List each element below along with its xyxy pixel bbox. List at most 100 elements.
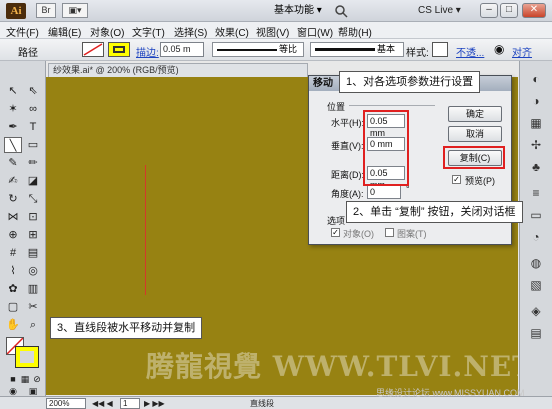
angle-label: 角度(A): xyxy=(331,189,364,199)
mesh-tool-icon[interactable]: # xyxy=(4,245,22,261)
maximize-button[interactable]: □ xyxy=(500,3,518,18)
patterns-checkbox[interactable] xyxy=(385,228,394,237)
rectangle-tool-icon[interactable]: ▭ xyxy=(24,137,42,153)
perspective-grid-tool-icon[interactable]: ⊞ xyxy=(24,227,42,243)
cancel-button[interactable]: 取消 xyxy=(448,126,502,142)
scale-tool-icon[interactable]: ⤡ xyxy=(24,191,42,207)
callout-step2: 2、单击 “复制” 按钮，关闭对话框 xyxy=(346,201,523,223)
free-transform-tool-icon[interactable]: ⊡ xyxy=(24,209,42,225)
title-bar: Ai Br ▣▾ 基本功能 ▾ CS Live ▾ – □ ✕ xyxy=(0,0,552,22)
menu-edit[interactable]: 编辑(E) xyxy=(48,24,81,39)
type-tool-icon[interactable]: T xyxy=(24,119,42,135)
brushes-panel-icon[interactable]: ✢ xyxy=(528,137,544,153)
artboards-panel-icon[interactable]: ▤ xyxy=(528,325,544,341)
layers-panel-icon[interactable]: ◈ xyxy=(528,303,544,319)
artboard-number-input[interactable]: 1 xyxy=(120,398,140,409)
position-group-label: 位置 xyxy=(327,102,346,112)
symbols-panel-icon[interactable]: ♣ xyxy=(528,159,544,175)
menu-effect[interactable]: 效果(C) xyxy=(215,24,249,39)
menu-select[interactable]: 选择(S) xyxy=(174,24,207,39)
corner-watermark: 思缘设计论坛 www.MISSYUAN.COM xyxy=(376,388,525,398)
stroke-swatch[interactable] xyxy=(108,42,130,57)
copy-highlight xyxy=(443,146,505,169)
ok-button[interactable]: 确定 xyxy=(448,106,502,122)
color-guide-icon[interactable]: ◑ xyxy=(528,93,544,109)
selection-type-label: 路径 xyxy=(18,48,38,59)
stroke-weight-input[interactable]: 0.05 m xyxy=(160,42,204,57)
site-watermark: 腾龍視覺 WWW.TLVI.NET xyxy=(146,350,518,383)
search-icon[interactable] xyxy=(334,4,348,18)
minimize-button[interactable]: – xyxy=(480,3,498,18)
profile-label: 等比 xyxy=(279,44,298,54)
color-panel-icon[interactable]: ◐ xyxy=(528,71,544,87)
vertical-label: 垂直(V): xyxy=(331,141,364,151)
recolor-icon[interactable]: ◉ xyxy=(494,42,504,56)
tools-panel: ↖ ⇖ ✶ ∞ ✒ T ╲ ▭ ✎ ✏ ✍ ◪ ↻ ⤡ ⋈ ⊡ ⊕ ⊞ # ▤ … xyxy=(0,61,46,396)
bridge-button[interactable]: Br xyxy=(36,3,56,18)
artboard-tool-icon[interactable]: ▢ xyxy=(4,299,22,315)
menu-view[interactable]: 视图(V) xyxy=(256,24,289,39)
selection-tool-icon[interactable]: ↖ xyxy=(4,83,22,99)
opacity-label[interactable]: 不透... xyxy=(456,44,484,59)
menu-type[interactable]: 文字(T) xyxy=(132,24,165,39)
next-artboard-icon[interactable]: ▶ ▶▶ xyxy=(144,398,165,409)
stroke-color-box[interactable] xyxy=(15,346,39,368)
document-tab[interactable]: 纱效果.ai* @ 200% (RGB/预览) xyxy=(48,63,308,77)
pencil-tool-icon[interactable]: ✏ xyxy=(24,155,42,171)
stroke-panel-icon[interactable]: ≡ xyxy=(528,185,544,201)
rotate-tool-icon[interactable]: ↻ xyxy=(4,191,22,207)
close-button[interactable]: ✕ xyxy=(522,3,546,18)
eraser-tool-icon[interactable]: ◪ xyxy=(24,173,42,189)
eyedropper-tool-icon[interactable]: ⌇ xyxy=(4,263,22,279)
menu-file[interactable]: 文件(F) xyxy=(6,24,39,39)
column-graph-tool-icon[interactable]: ▥ xyxy=(24,281,42,297)
blob-brush-tool-icon[interactable]: ✍ xyxy=(4,173,22,189)
distance-label: 距离(D): xyxy=(331,170,364,180)
align-label[interactable]: 对齐 xyxy=(512,44,532,59)
stroke-label[interactable]: 描边: xyxy=(136,44,159,59)
cs-live-button[interactable]: CS Live ▾ xyxy=(418,3,461,19)
control-bar: 路径 描边: 0.05 m 等比 基本 样式: 不透... ◉ 对齐 xyxy=(0,39,552,61)
appearance-panel-icon[interactable]: ◍ xyxy=(528,255,544,271)
transparency-panel-icon[interactable]: ◔ xyxy=(528,229,544,245)
arrange-documents-button[interactable]: ▣▾ xyxy=(62,3,88,18)
angle-input[interactable]: 0 xyxy=(367,185,401,199)
fill-swatch[interactable] xyxy=(82,42,104,57)
objects-checkbox[interactable]: ✓ xyxy=(331,228,340,237)
pen-tool-icon[interactable]: ✒ xyxy=(4,119,22,135)
hand-tool-icon[interactable]: ✋ xyxy=(4,317,22,333)
zoom-select[interactable]: 200% xyxy=(46,398,86,409)
horizontal-label: 水平(H): xyxy=(331,118,364,128)
blend-tool-icon[interactable]: ◎ xyxy=(24,263,42,279)
line-segment-tool-icon[interactable]: ╲ xyxy=(4,137,22,153)
first-artboard-icon[interactable]: ◀◀ ◀ xyxy=(92,398,113,409)
preview-label: 预览(P) xyxy=(465,176,495,186)
inputs-highlight xyxy=(363,110,409,186)
symbol-sprayer-tool-icon[interactable]: ✿ xyxy=(4,281,22,297)
gradient-panel-icon[interactable]: ▭ xyxy=(528,207,544,223)
panel-dock: ◐ ◑ ▦ ✢ ♣ ≡ ▭ ◔ ◍ ▧ ◈ ▤ xyxy=(519,61,552,396)
graphic-styles-panel-icon[interactable]: ▧ xyxy=(528,277,544,293)
variable-width-profile[interactable]: 等比 xyxy=(212,42,304,57)
paintbrush-tool-icon[interactable]: ✎ xyxy=(4,155,22,171)
line-segment[interactable] xyxy=(145,165,146,295)
shape-builder-tool-icon[interactable]: ⊕ xyxy=(4,227,22,243)
objects-option-label: 对象(O) xyxy=(343,229,374,239)
style-label: 样式: xyxy=(406,48,429,59)
lasso-tool-icon[interactable]: ∞ xyxy=(24,101,42,117)
gradient-tool-icon[interactable]: ▤ xyxy=(24,245,42,261)
menu-help[interactable]: 帮助(H) xyxy=(338,24,372,39)
magic-wand-tool-icon[interactable]: ✶ xyxy=(4,101,22,117)
preview-checkbox[interactable]: ✓ xyxy=(452,175,461,184)
patterns-option-label: 图案(T) xyxy=(397,229,427,239)
swatches-panel-icon[interactable]: ▦ xyxy=(528,115,544,131)
zoom-tool-icon[interactable]: ⌕ xyxy=(24,317,42,333)
brush-definition[interactable]: 基本 xyxy=(310,42,404,57)
menu-object[interactable]: 对象(O) xyxy=(90,24,124,39)
width-tool-icon[interactable]: ⋈ xyxy=(4,209,22,225)
direct-selection-tool-icon[interactable]: ⇖ xyxy=(24,83,42,99)
workspace-switcher[interactable]: 基本功能 ▾ xyxy=(268,3,328,19)
graphic-style-swatch[interactable] xyxy=(432,42,448,57)
menu-window[interactable]: 窗口(W) xyxy=(297,24,333,39)
slice-tool-icon[interactable]: ✂ xyxy=(24,299,42,315)
